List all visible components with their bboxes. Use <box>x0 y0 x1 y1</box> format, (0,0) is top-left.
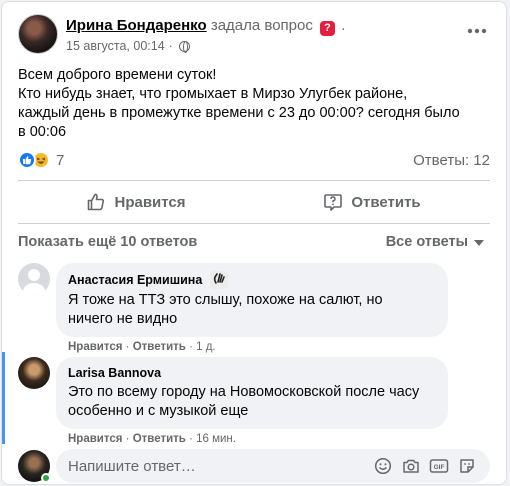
meta-dot: · <box>125 341 130 353</box>
question-badge-icon: ? <box>320 21 336 36</box>
comment-like-link[interactable]: Нравится <box>68 341 122 353</box>
meta-separator: · <box>168 39 173 53</box>
reactions-row: 7 Ответы: 12 <box>18 149 490 171</box>
comment-text-line: Это по всему городу на Новомосковской по… <box>68 384 420 400</box>
comment-text-line: ничего не видно <box>68 311 178 327</box>
gif-button[interactable]: GIF <box>428 455 450 477</box>
question-bubble-icon <box>324 194 343 211</box>
comment-bubble: Larisa Bannova Это по всему городу на Но… <box>56 357 448 429</box>
comment-meta: Нравится · Ответить · 1 д. <box>68 341 448 353</box>
comment-item: Анастасия Ермишина Я тоже на ТТЗ это слы… <box>18 263 490 353</box>
author-avatar[interactable] <box>18 14 58 54</box>
thread-indicator-line <box>2 352 5 444</box>
reply-button-label: Ответить <box>351 193 421 211</box>
thumbs-up-icon <box>23 156 32 165</box>
post-text-line: в 00:06 <box>18 124 67 140</box>
gif-icon: GIF <box>429 459 449 473</box>
reaction-count[interactable]: 7 <box>56 152 64 169</box>
post-text-line: Кто нибудь знает, что громыхает в Мирзо … <box>18 86 408 102</box>
more-horizontal-icon <box>467 28 487 34</box>
post-text-line: каждый день в промежутке времени с 23 до… <box>18 105 460 121</box>
comment-content: Анастасия Ермишина Я тоже на ТТЗ это слы… <box>56 263 448 353</box>
caret-down-icon <box>474 240 484 246</box>
sticker-icon <box>460 459 474 473</box>
like-button[interactable]: Нравится <box>18 181 254 223</box>
sticker-button[interactable] <box>456 455 478 477</box>
comment-time-link[interactable]: 1 д. <box>196 341 216 353</box>
online-status-icon <box>41 473 51 483</box>
author-line: Ирина Бондаренко задала вопрос ? . <box>66 16 345 36</box>
photo-button[interactable] <box>400 455 422 477</box>
globe-icon[interactable] <box>178 40 190 53</box>
comment-meta: Нравится · Ответить · 16 мин. <box>68 433 448 445</box>
comment-time-link[interactable]: 16 мин. <box>196 433 236 445</box>
answer-input-placeholder: Напишите ответ… <box>68 457 196 475</box>
post-header: Ирина Бондаренко задала вопрос ? . 15 ав… <box>18 14 490 58</box>
gif-icon-label: GIF <box>434 464 445 471</box>
post-meta: 15 августа, 00:14 · <box>66 39 345 53</box>
commenter-avatar[interactable] <box>18 357 50 389</box>
reply-button[interactable]: Ответить <box>254 181 490 223</box>
laughing-face-icon <box>36 157 46 164</box>
like-button-label: Нравится <box>114 193 186 211</box>
comment-text-line: особенно и с музыкой еще <box>68 403 249 419</box>
post-body: Всем доброго времени суток! Кто нибудь з… <box>18 66 494 142</box>
waving-hand-icon <box>210 271 229 289</box>
commenter-avatar[interactable] <box>18 263 50 295</box>
camera-icon <box>403 459 419 473</box>
current-user-avatar[interactable] <box>18 450 51 483</box>
smiley-icon <box>374 457 392 475</box>
more-options-button[interactable] <box>464 22 490 44</box>
answer-composer: Напишите ответ… GIF <box>18 448 490 484</box>
post-text-line: Всем доброго времени суток! <box>18 67 217 83</box>
question-post-card: Ирина Бондаренко задала вопрос ? . 15 ав… <box>1 1 507 485</box>
comment-content: Larisa Bannova Это по всему городу на Но… <box>56 357 448 445</box>
comment-item: Larisa Bannova Это по всему городу на Но… <box>18 357 490 445</box>
comment-reply-link[interactable]: Ответить <box>133 341 186 353</box>
header-text: Ирина Бондаренко задала вопрос ? . 15 ав… <box>66 14 345 58</box>
author-name-link[interactable]: Ирина Бондаренко <box>66 17 207 34</box>
meta-dot: · <box>189 433 193 445</box>
meta-dot: · <box>125 433 130 445</box>
comment-like-link[interactable]: Нравится <box>68 433 122 445</box>
trailing-dot: . <box>341 17 346 34</box>
answers-filter-dropdown[interactable]: Все ответы <box>386 234 484 250</box>
post-action-text: задала вопрос <box>210 17 313 34</box>
thumbs-up-outline-icon <box>88 193 105 211</box>
waving-hand-shape <box>214 273 226 284</box>
view-more-replies-link[interactable]: Показать ещё 10 ответов <box>18 234 197 250</box>
meta-dot: · <box>189 341 193 353</box>
commenter-name-link[interactable]: Анастасия Ермишина <box>68 272 202 288</box>
commenter-name-link[interactable]: Larisa Bannova <box>68 365 161 381</box>
answers-count-link[interactable]: Ответы: 12 <box>413 152 490 169</box>
commenter-name-row: Анастасия Ермишина <box>68 271 436 289</box>
emoji-button[interactable] <box>372 455 394 477</box>
action-bar: Нравится Ответить <box>18 180 490 224</box>
post-date-link[interactable]: 15 августа, 00:14 <box>66 39 165 53</box>
like-reaction-icon[interactable] <box>18 151 36 169</box>
comment-text-line: Я тоже на ТТЗ это слышу, похоже на салют… <box>68 292 383 308</box>
answers-filter-label: Все ответы <box>385 234 468 250</box>
comment-bubble: Анастасия Ермишина Я тоже на ТТЗ это слы… <box>56 263 448 337</box>
answer-input[interactable]: Напишите ответ… GIF <box>56 449 490 483</box>
commenter-name-row: Larisa Bannova <box>68 365 436 381</box>
comment-reply-link[interactable]: Ответить <box>133 433 186 445</box>
